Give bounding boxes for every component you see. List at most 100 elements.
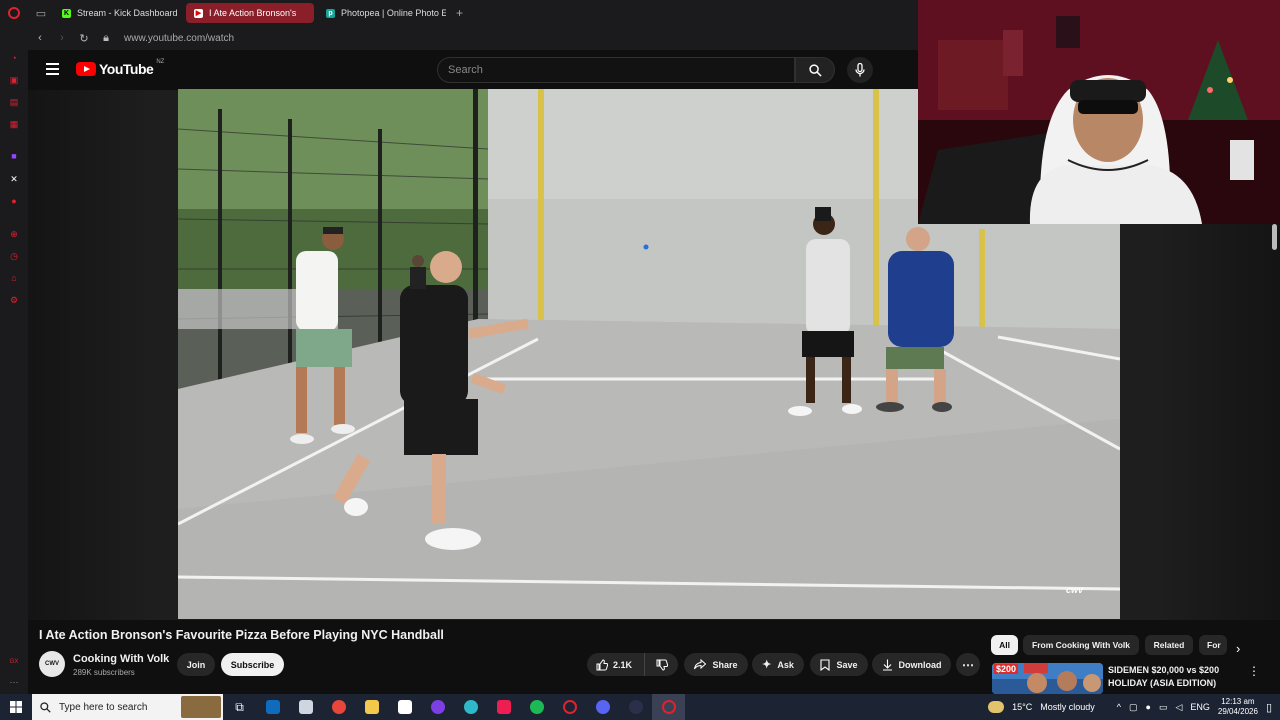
region-code: NZ: [156, 59, 165, 65]
chrome-icon[interactable]: [322, 694, 355, 720]
chevron-right-icon[interactable]: ›: [1236, 641, 1240, 656]
obs-icon[interactable]: [619, 694, 652, 720]
share-button[interactable]: Share: [684, 653, 748, 676]
capcut-icon[interactable]: [388, 694, 421, 720]
speed-dial-icon[interactable]: ◔: [8, 52, 20, 64]
weather-temperature[interactable]: 15°C: [1012, 702, 1032, 712]
messenger-icon[interactable]: ▤: [8, 96, 20, 108]
hamburger-menu-icon[interactable]: [46, 63, 59, 75]
chip-from-channel[interactable]: From Cooking With Volk: [1023, 635, 1139, 655]
reload-icon[interactable]: ↻: [78, 32, 90, 45]
recommended-more-icon[interactable]: ⋮: [1248, 664, 1260, 678]
tray-chevron-icon[interactable]: ^: [1117, 702, 1121, 712]
thumbs-up-icon: [596, 658, 608, 670]
chip-for-you[interactable]: For: [1199, 635, 1227, 655]
chip-all[interactable]: All: [991, 635, 1018, 655]
voice-search-button[interactable]: [847, 57, 873, 83]
chip-related[interactable]: Related: [1145, 635, 1193, 655]
outlook-icon[interactable]: [256, 694, 289, 720]
spotify-icon[interactable]: [520, 694, 553, 720]
more-icon[interactable]: ⋯: [8, 676, 20, 688]
microphone-tray-icon[interactable]: ●: [1146, 702, 1151, 712]
bag-icon[interactable]: ▣: [8, 74, 20, 86]
recommended-video-thumbnail[interactable]: $200: [992, 663, 1103, 694]
thumbs-down-icon: [656, 659, 668, 671]
scrollbar-thumb[interactable]: [1272, 224, 1277, 250]
photopea-icon: p: [326, 8, 335, 18]
new-tab-button[interactable]: +: [450, 6, 469, 20]
ask-button[interactable]: ✦ Ask: [752, 653, 804, 676]
edge-icon[interactable]: [454, 694, 487, 720]
opera-logo-icon[interactable]: [0, 0, 28, 26]
like-count: 2.1K: [613, 659, 633, 670]
extension-icon[interactable]: GX: [8, 656, 20, 668]
opera-active-icon[interactable]: [652, 694, 685, 720]
tray-app-icon[interactable]: ▢: [1129, 702, 1138, 713]
youtube-sidebar-icon[interactable]: ●: [8, 195, 20, 207]
save-playlist-icon: [820, 658, 831, 671]
lock-icon[interactable]: 🔒︎: [100, 32, 112, 45]
weather-condition[interactable]: Mostly cloudy: [1040, 702, 1095, 712]
subscribe-button[interactable]: Subscribe: [221, 653, 284, 676]
dislike-button[interactable]: [645, 659, 678, 671]
opera-gx-icon[interactable]: [553, 694, 586, 720]
search-input[interactable]: [448, 64, 794, 76]
share-label: Share: [712, 659, 738, 670]
news-icon[interactable]: ▦: [8, 118, 20, 130]
app-purple-icon[interactable]: [421, 694, 454, 720]
download-button[interactable]: Download: [872, 653, 951, 676]
search-highlight-image: [181, 696, 221, 718]
more-actions-icon[interactable]: ⋯: [956, 653, 980, 676]
start-button[interactable]: [0, 694, 32, 720]
twitch-icon[interactable]: ■: [8, 150, 20, 162]
save-button[interactable]: Save: [810, 653, 868, 676]
tiktok-icon[interactable]: [487, 694, 520, 720]
forward-icon[interactable]: ›: [56, 32, 68, 44]
url-field[interactable]: www.youtube.com/watch: [124, 33, 234, 44]
recommended-video-title[interactable]: SIDEMEN $20,000 vs $200 HOLIDAY (ASIA ED…: [1108, 664, 1238, 690]
settings-icon[interactable]: ⚙: [8, 294, 20, 306]
file-explorer-icon[interactable]: [289, 694, 322, 720]
windows-taskbar: Type here to search ⧉ 15°C Mostly cloudy…: [0, 694, 1280, 720]
clock[interactable]: 12:13 am 29/04/2026: [1218, 697, 1258, 717]
weather-icon: [988, 701, 1005, 713]
history-icon[interactable]: ◷: [8, 250, 20, 262]
task-view-icon[interactable]: ⧉: [223, 694, 256, 720]
folder-icon[interactable]: [355, 694, 388, 720]
volume-icon[interactable]: ◁: [1175, 702, 1182, 713]
youtube-logo[interactable]: YouTube NZ: [76, 59, 165, 77]
youtube-play-icon: [76, 62, 96, 76]
notifications-icon[interactable]: ▯: [1266, 701, 1272, 714]
ask-label: Ask: [777, 659, 794, 670]
tab-kick-dashboard[interactable]: K Stream - Kick Dashboard: [54, 3, 182, 23]
taskbar-search-icon: [40, 701, 51, 713]
back-icon[interactable]: ‹: [34, 32, 46, 44]
add-icon[interactable]: ⊕: [8, 228, 20, 240]
tab-youtube-video[interactable]: ▶ I Ate Action Bronson's: [186, 3, 314, 23]
tab-label: I Ate Action Bronson's: [209, 8, 297, 18]
pinboard-icon[interactable]: ⌂: [8, 272, 20, 284]
taskbar-search[interactable]: Type here to search: [32, 694, 223, 720]
opera-sidebar: ◔ ▣ ▤ ▦ ■ ✕ ● ⊕ ◷ ⌂ ⚙ GX ⋯: [0, 26, 28, 694]
taskbar-search-placeholder: Type here to search: [59, 701, 148, 713]
search-icon: [808, 63, 822, 77]
sparkle-icon: ✦: [762, 659, 772, 671]
video-title: I Ate Action Bronson's Favourite Pizza B…: [39, 628, 444, 642]
tab-manager-icon[interactable]: ▭: [28, 0, 54, 26]
channel-name[interactable]: Cooking With Volk: [73, 653, 169, 665]
network-icon[interactable]: ▭: [1159, 702, 1168, 713]
join-button[interactable]: Join: [177, 653, 215, 676]
like-dislike-group: 2.1K: [587, 653, 678, 676]
channel-avatar[interactable]: CWV: [39, 651, 65, 677]
tab-photopea[interactable]: p Photopea | Online Photo E: [318, 3, 446, 23]
search-button[interactable]: [795, 57, 835, 83]
system-tray: 15°C Mostly cloudy ^ ▢ ● ▭ ◁ ENG 12:13 a…: [988, 694, 1280, 720]
search-box: [437, 57, 795, 83]
discord-icon[interactable]: [586, 694, 619, 720]
x-icon[interactable]: ✕: [8, 173, 20, 185]
language-indicator[interactable]: ENG: [1190, 702, 1210, 712]
download-label: Download: [898, 659, 942, 670]
like-button[interactable]: 2.1K: [587, 653, 645, 676]
save-label: Save: [836, 659, 858, 670]
download-icon: [882, 659, 892, 671]
